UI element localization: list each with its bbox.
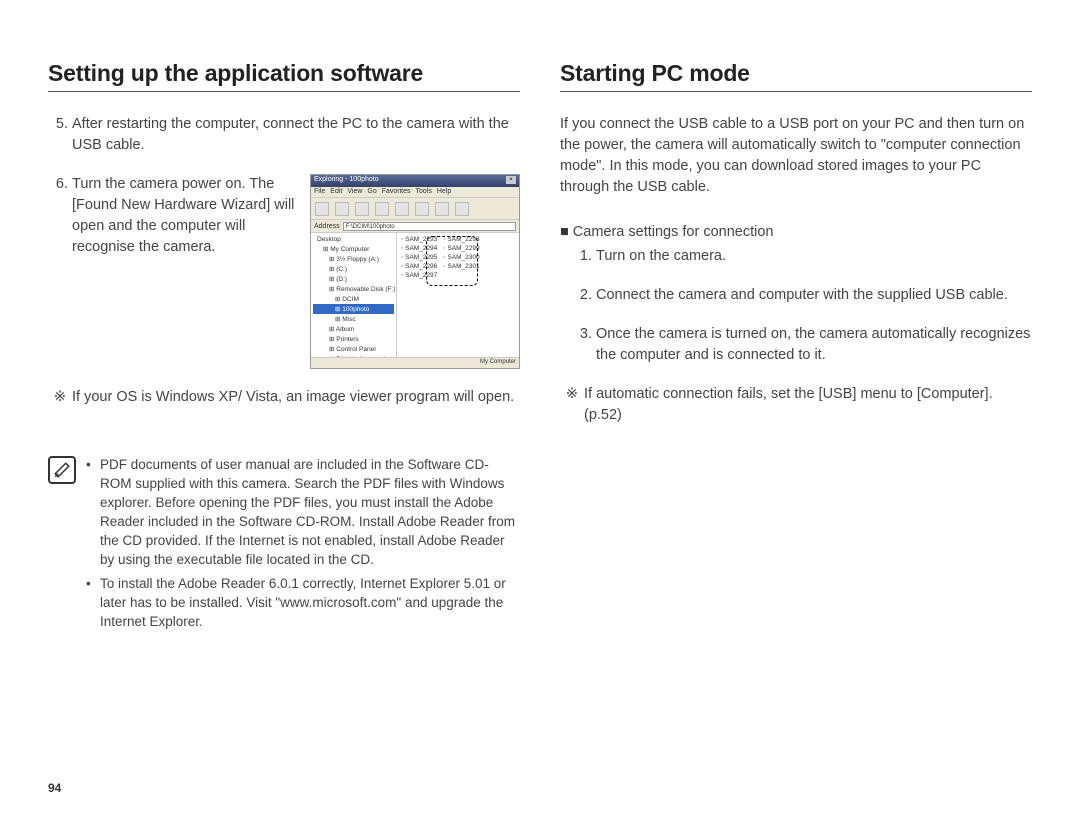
step-5: 5. After restarting the computer, connec… [48, 114, 520, 156]
right-column: Starting PC mode If you connect the USB … [560, 60, 1032, 638]
tree-item: ⊞ DCIM [313, 294, 394, 304]
note-mark-icon: ※ [48, 387, 72, 408]
paste-icon [415, 202, 429, 216]
highlight-dashed-box [426, 236, 478, 286]
page-number: 94 [48, 781, 61, 795]
delete-icon [455, 202, 469, 216]
right-intro: If you connect the USB cable to a USB po… [560, 114, 1032, 198]
info-bullet-2: • To install the Adobe Reader 6.0.1 corr… [86, 575, 520, 632]
explorer-statusbar: My Computer [311, 357, 519, 368]
address-label: Address [314, 223, 340, 230]
menu-go: Go [367, 188, 376, 196]
explorer-files: SAM_2293SAM_2294SAM_2295SAM_2296SAM_2297… [397, 233, 519, 368]
undo-icon [435, 202, 449, 216]
tree-item: ⊞ 3½ Floppy (A:) [313, 254, 394, 264]
substep-1-num: 1. [578, 246, 596, 267]
right-note-text: If automatic connection fails, set the [… [584, 384, 1032, 426]
note-pencil-icon [48, 456, 76, 484]
left-note: ※ If your OS is Windows XP/ Vista, an im… [48, 387, 520, 408]
address-field: F:\DCIM\100photo [343, 222, 516, 231]
menu-favorites: Favorites [382, 188, 411, 196]
forward-icon [335, 202, 349, 216]
note-mark-icon: ※ [560, 384, 584, 426]
tree-item: ⊞ Control Panel [313, 344, 394, 354]
step-5-num: 5. [48, 114, 72, 156]
cut-icon [375, 202, 389, 216]
right-note: ※ If automatic connection fails, set the… [560, 384, 1032, 426]
menu-help: Help [437, 188, 451, 196]
close-icon: × [506, 176, 516, 184]
substep-2: 2. Connect the camera and computer with … [578, 285, 1032, 306]
substep-2-text: Connect the camera and computer with the… [596, 285, 1032, 306]
left-column: Setting up the application software 5. A… [48, 60, 520, 638]
status-text: My Computer [480, 359, 516, 367]
substep-3-num: 3. [578, 324, 596, 366]
explorer-title-text: Exploring - 100photo [314, 176, 379, 186]
info-bullet-2-text: To install the Adobe Reader 6.0.1 correc… [100, 575, 520, 632]
info-bullet-1-text: PDF documents of user manual are include… [100, 456, 520, 569]
menu-tools: Tools [416, 188, 432, 196]
copy-icon [395, 202, 409, 216]
substep-3: 3. Once the camera is turned on, the cam… [578, 324, 1032, 366]
substep-3-text: Once the camera is turned on, the camera… [596, 324, 1032, 366]
tree-item: ⊞ Removable Disk (F:) [313, 284, 394, 294]
explorer-titlebar: Exploring - 100photo × [311, 175, 519, 187]
info-bullet-1: • PDF documents of user manual are inclu… [86, 456, 520, 569]
explorer-screenshot: Exploring - 100photo × File Edit View Go… [310, 174, 520, 369]
tree-item: ⊞ Printers [313, 334, 394, 344]
explorer-addressbar: Address F:\DCIM\100photo [311, 220, 519, 233]
substep-1: 1. Turn on the camera. [578, 246, 1032, 267]
back-icon [315, 202, 329, 216]
explorer-toolbar [311, 198, 519, 220]
menu-file: File [314, 188, 325, 196]
explorer-tree: Desktop⊞ My Computer⊞ 3½ Floppy (A:)⊞ (C… [311, 233, 397, 368]
tree-item: ⊞ (D:) [313, 274, 394, 284]
up-icon [355, 202, 369, 216]
step-5-text: After restarting the computer, connect t… [72, 114, 520, 156]
explorer-menubar: File Edit View Go Favorites Tools Help [311, 187, 519, 198]
tree-item: Desktop [313, 235, 394, 244]
left-title: Setting up the application software [48, 60, 520, 92]
info-box: • PDF documents of user manual are inclu… [48, 456, 520, 638]
substep-1-text: Turn on the camera. [596, 246, 1032, 267]
tree-item: ⊞ 100photo [313, 304, 394, 314]
step-6-num: 6. [48, 174, 72, 258]
tree-item: ⊞ Album [313, 324, 394, 334]
camera-settings-heading: Camera settings for connection [560, 224, 1032, 240]
step-6-text: Turn the camera power on. The [Found New… [72, 174, 300, 258]
tree-item: ⊞ (C:) [313, 264, 394, 274]
tree-item: ⊞ My Computer [313, 244, 394, 254]
substep-2-num: 2. [578, 285, 596, 306]
menu-edit: Edit [330, 188, 342, 196]
left-note-text: If your OS is Windows XP/ Vista, an imag… [72, 387, 514, 408]
tree-item: ⊞ Misc [313, 314, 394, 324]
right-title: Starting PC mode [560, 60, 1032, 92]
menu-view: View [347, 188, 362, 196]
